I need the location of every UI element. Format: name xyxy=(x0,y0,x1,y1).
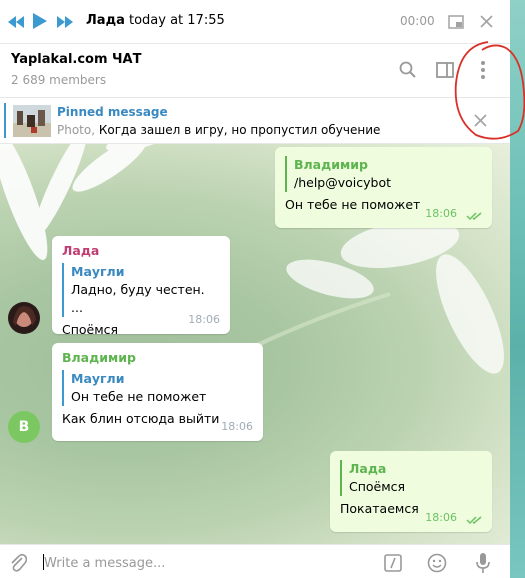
reply-quote[interactable]: Владимир /help@voicybot xyxy=(285,156,482,192)
player-title[interactable]: Лада today at 17:55 xyxy=(86,13,225,28)
pinned-message[interactable]: Pinned message Photo, Когда зашел в игру… xyxy=(0,98,525,144)
player-title-time: today at 17:55 xyxy=(128,13,225,28)
reply-text: Он тебе не поможет xyxy=(71,389,207,404)
pinned-accent-bar xyxy=(4,103,6,138)
chat-header: Yaplakal.com ЧАТ 2 689 members xyxy=(0,44,525,98)
player-time: 00:00 xyxy=(400,14,435,28)
pinned-kind: Photo, xyxy=(57,123,96,137)
reply-quote[interactable]: Лада Споёмся xyxy=(340,460,482,496)
pinned-photo-thumbnail xyxy=(13,105,51,137)
chat-title[interactable]: Yaplakal.com ЧАТ xyxy=(11,52,141,67)
message-outgoing-1[interactable]: Владимир /help@voicybot Он тебе не помож… xyxy=(275,147,492,228)
message-outgoing-4[interactable]: Лада Споёмся Покатаемся 18:06 xyxy=(330,451,492,532)
next-icon[interactable] xyxy=(57,14,73,30)
reply-quote[interactable]: Маугли Он тебе не поможет xyxy=(62,370,253,406)
emoji-icon[interactable] xyxy=(427,553,447,573)
member-count: 2 689 members xyxy=(11,73,107,87)
pinned-title: Pinned message xyxy=(57,105,168,119)
reply-author: Маугли xyxy=(71,264,125,279)
attach-icon[interactable] xyxy=(9,552,27,572)
reply-quote[interactable]: Маугли Ладно, буду честен. ... xyxy=(62,263,220,317)
message-incoming-3[interactable]: Владимир Маугли Он тебе не поможет Как б… xyxy=(52,343,263,441)
avatar[interactable] xyxy=(8,302,40,334)
message-time: 18:06 xyxy=(221,420,253,433)
annotation-circle xyxy=(454,41,525,140)
commands-icon[interactable] xyxy=(384,554,402,572)
message-incoming-2[interactable]: Лада Маугли Ладно, буду честен. ... Споё… xyxy=(52,236,230,337)
chat-history[interactable]: Владимир /help@voicybot Он тебе не помож… xyxy=(0,144,510,544)
message-composer xyxy=(0,544,510,578)
message-time: 18:06 xyxy=(425,511,457,524)
prev-icon[interactable] xyxy=(8,14,24,30)
play-icon[interactable] xyxy=(33,13,47,29)
avatar[interactable]: В xyxy=(8,411,40,443)
player-title-name: Лада xyxy=(86,13,125,28)
pinned-caption: Когда зашел в игру, но пропустил обучени… xyxy=(95,123,381,137)
read-ticks-icon xyxy=(466,212,482,221)
sender-name[interactable]: Владимир xyxy=(62,349,253,367)
mic-icon[interactable] xyxy=(476,552,490,574)
close-icon[interactable] xyxy=(480,15,493,28)
message-time: 18:06 xyxy=(425,207,457,220)
message-text: Покатаемся xyxy=(340,501,419,516)
reply-author: Маугли xyxy=(71,371,125,386)
message-time: 18:06 xyxy=(188,313,220,326)
reply-text: /help@voicybot xyxy=(294,175,392,190)
audio-player-bar: Лада today at 17:55 00:00 xyxy=(0,0,525,44)
read-ticks-icon xyxy=(466,516,482,525)
pinned-text: Photo, Когда зашел в игру, но пропустил … xyxy=(57,123,380,137)
reply-text: Споёмся xyxy=(349,479,406,494)
reply-author: Владимир xyxy=(294,157,368,172)
pip-icon[interactable] xyxy=(448,15,464,29)
search-icon[interactable] xyxy=(399,61,417,79)
reply-author: Лада xyxy=(349,461,387,476)
sender-name[interactable]: Лада xyxy=(62,242,220,260)
message-input[interactable] xyxy=(42,553,346,573)
